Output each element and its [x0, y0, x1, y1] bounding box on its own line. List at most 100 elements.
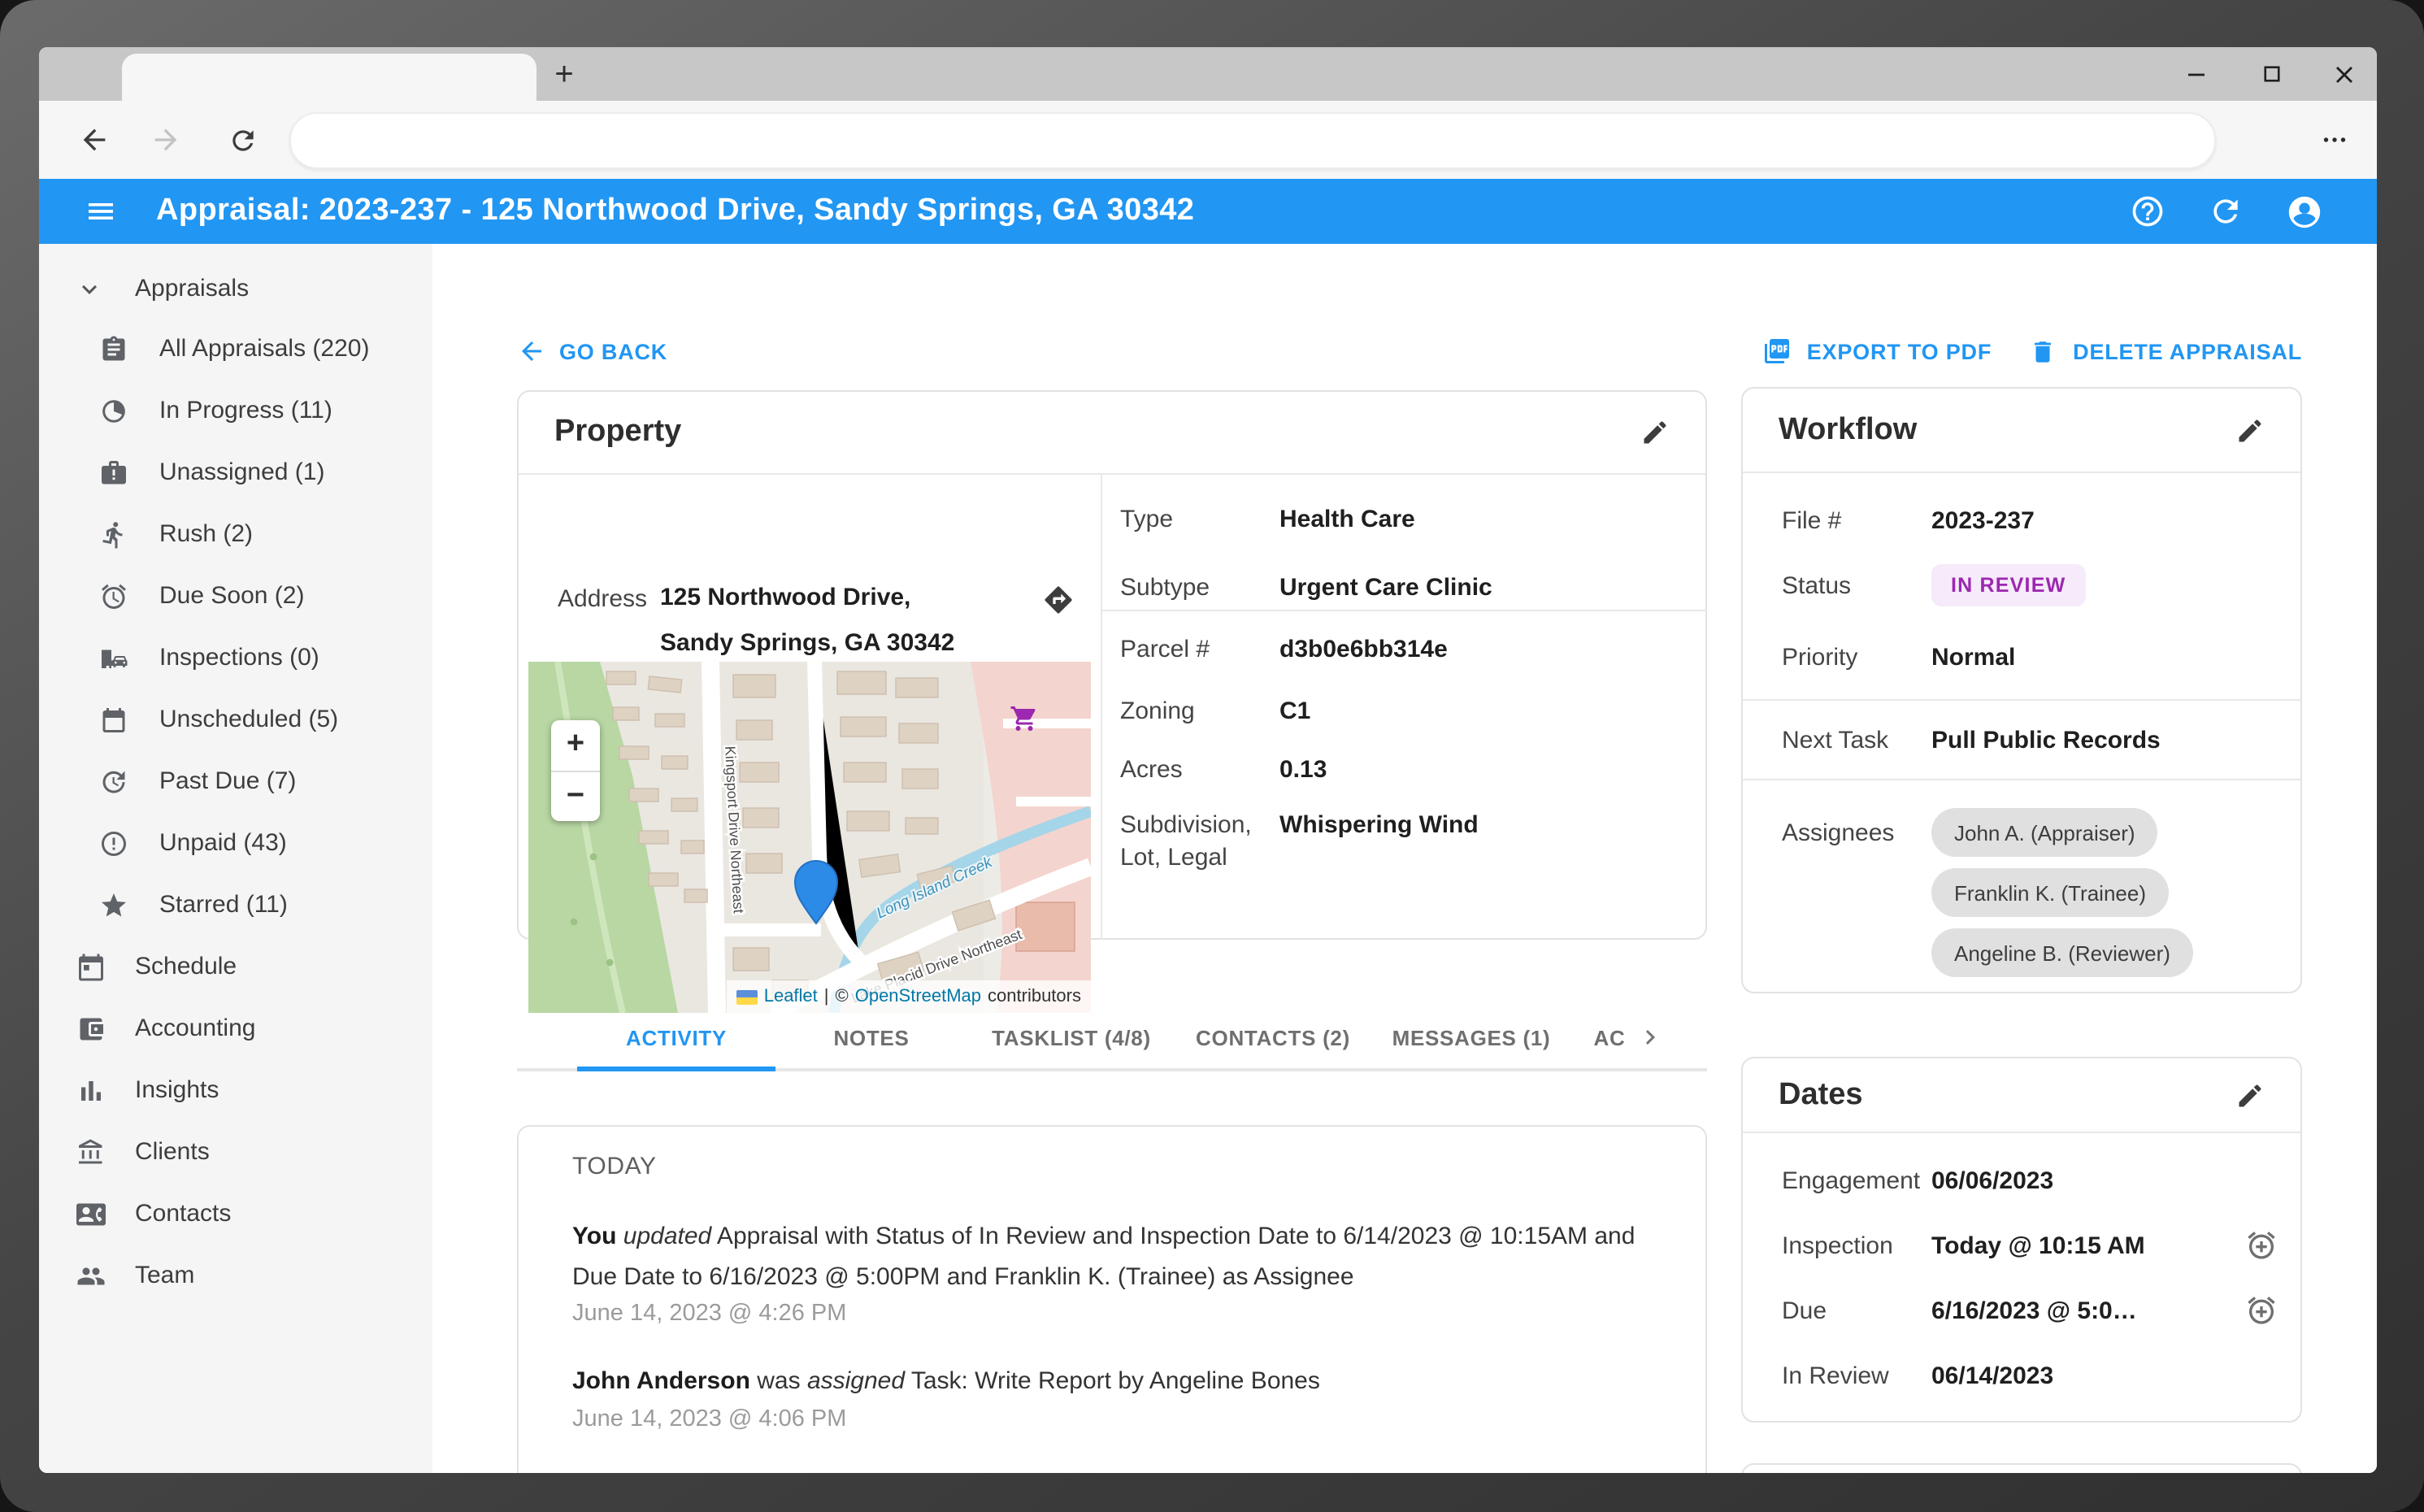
sidebar-section-appraisals[interactable]: Appraisals: [39, 263, 432, 315]
history-clock-icon: [99, 767, 128, 797]
sidebar-item-label: Inspections (0): [159, 628, 319, 689]
menu-button[interactable]: [85, 195, 120, 231]
sidebar-item-due-soon[interactable]: Due Soon (2): [39, 566, 432, 628]
workflow-card: Workflow File # 2023-237 Status IN REVIE…: [1741, 387, 2302, 993]
browser-tab[interactable]: [122, 54, 536, 101]
sidebar-item-unpaid[interactable]: Unpaid (43): [39, 813, 432, 875]
tab-contacts[interactable]: CONTACTS (2): [1196, 1008, 1350, 1068]
sidebar-item-schedule[interactable]: Schedule: [39, 936, 432, 998]
tab-notes[interactable]: NOTES: [833, 1008, 909, 1068]
edit-property-button[interactable]: [1640, 418, 1670, 447]
runner-icon: [99, 520, 128, 550]
sidebar-item-insights[interactable]: Insights: [39, 1060, 432, 1122]
type-label: Type: [1120, 506, 1173, 533]
account-button[interactable]: [2286, 193, 2322, 229]
sidebar-item-starred[interactable]: Starred (11): [39, 875, 432, 936]
help-button[interactable]: [2130, 193, 2166, 229]
sidebar-item-label: All Appraisals (220): [159, 319, 369, 380]
sidebar-item-accounting[interactable]: Accounting: [39, 998, 432, 1060]
next-task-label: Next Task: [1782, 727, 1888, 754]
export-pdf-button[interactable]: EXPORT TO PDF: [1763, 337, 1992, 366]
property-map[interactable]: Kingsport Drive Northeast Long Island Cr…: [528, 662, 1091, 1013]
zoom-out-button[interactable]: −: [551, 771, 600, 821]
zoning-value: C1: [1279, 697, 1310, 725]
directions-button[interactable]: [1042, 584, 1075, 616]
assignee-chip-list: John A. (Appraiser) Franklin K. (Trainee…: [1931, 808, 2193, 988]
priority-value: Normal: [1931, 644, 2015, 671]
contact-card-icon: [76, 1200, 106, 1229]
delete-appraisal-button[interactable]: DELETE APPRAISAL: [2029, 337, 2302, 365]
url-bar[interactable]: [289, 112, 2216, 169]
edit-dates-button[interactable]: [2235, 1080, 2265, 1110]
assignee-chip[interactable]: Angeline B. (Reviewer): [1931, 928, 2193, 977]
zoom-in-button[interactable]: +: [551, 720, 600, 771]
back-arrow-icon: [517, 337, 546, 366]
subtype-label: Subtype: [1120, 574, 1210, 602]
go-back-button[interactable]: GO BACK: [517, 332, 667, 371]
active-tab-indicator: [577, 1067, 775, 1071]
sidebar-item-contacts[interactable]: Contacts: [39, 1184, 432, 1245]
add-alarm-button[interactable]: [2245, 1294, 2278, 1327]
attribution-copyright: ©: [836, 987, 849, 1006]
sidebar-item-unassigned[interactable]: Unassigned (1): [39, 442, 432, 504]
property-card-title: Property: [554, 415, 681, 450]
minimize-icon: [2187, 64, 2206, 84]
bar-chart-icon: [76, 1076, 106, 1106]
browser-refresh-button[interactable]: [223, 120, 262, 159]
divider: [1102, 610, 1707, 611]
sidebar-item-clients[interactable]: Clients: [39, 1122, 432, 1184]
directions-icon: [1042, 584, 1075, 616]
reload-app-button[interactable]: [2208, 193, 2244, 229]
tab-tasklist[interactable]: TASKLIST (4/8): [992, 1008, 1151, 1068]
tabs-scroll-right-button[interactable]: [1636, 1023, 1665, 1052]
activity-verb: updated: [623, 1223, 711, 1250]
sidebar-item-label: Starred (11): [159, 875, 288, 936]
sidebar-item-in-progress[interactable]: In Progress (11): [39, 380, 432, 442]
acres-label: Acres: [1120, 756, 1183, 784]
sidebar-item-label: Insights: [135, 1060, 219, 1122]
sidebar-item-label: In Progress (11): [159, 380, 332, 442]
in-review-label: In Review: [1782, 1362, 1889, 1390]
close-button[interactable]: [2320, 50, 2369, 98]
tab-accounting-truncated[interactable]: AC: [1594, 1008, 1626, 1068]
minimize-button[interactable]: [2172, 50, 2221, 98]
divider: [1743, 699, 2300, 701]
sidebar-item-rush[interactable]: Rush (2): [39, 504, 432, 566]
chevron-down-icon: [75, 275, 104, 304]
tab-activity[interactable]: ACTIVITY: [626, 1008, 727, 1068]
add-alarm-button[interactable]: [2245, 1229, 2278, 1262]
assignee-chip[interactable]: John A. (Appraiser): [1931, 808, 2158, 857]
progress-pie-icon: [99, 397, 128, 426]
activity-text: Task: Write Report by Angeline Bones: [905, 1367, 1320, 1395]
activity-timestamp: June 14, 2023 @ 4:06 PM: [572, 1406, 846, 1432]
map-zoom-control: + −: [551, 720, 600, 821]
leaflet-link[interactable]: Leaflet: [764, 987, 818, 1006]
sidebar-item-team[interactable]: Team: [39, 1245, 432, 1307]
maximize-button[interactable]: [2247, 50, 2296, 98]
sidebar-item-unscheduled[interactable]: Unscheduled (5): [39, 689, 432, 751]
activity-verb: assigned: [807, 1367, 905, 1395]
osm-link[interactable]: OpenStreetMap: [855, 987, 981, 1006]
sidebar-item-past-due[interactable]: Past Due (7): [39, 751, 432, 813]
sidebar-item-label: Clients: [135, 1122, 210, 1184]
sidebar-item-all-appraisals[interactable]: All Appraisals (220): [39, 319, 432, 380]
sidebar-item-label: Contacts: [135, 1184, 231, 1245]
close-icon: [2335, 64, 2354, 84]
partial-card: [1741, 1463, 2302, 1473]
map-canvas[interactable]: Kingsport Drive Northeast Long Island Cr…: [528, 662, 1091, 1013]
browser-menu-button[interactable]: [2315, 120, 2354, 159]
activity-entry: You updated Appraisal with Status of In …: [572, 1218, 1652, 1297]
new-tab-button[interactable]: +: [541, 52, 587, 98]
browser-back-button[interactable]: [75, 120, 114, 159]
browser-forward-button[interactable]: [146, 120, 185, 159]
edit-workflow-button[interactable]: [2235, 415, 2265, 445]
assignees-label: Assignees: [1782, 819, 1894, 847]
refresh-icon: [227, 124, 258, 155]
inspection-label: Inspection: [1782, 1232, 1893, 1260]
subdivision-label-line2: Lot, Legal: [1120, 844, 1227, 871]
tab-messages[interactable]: MESSAGES (1): [1392, 1008, 1551, 1068]
assignee-chip[interactable]: Franklin K. (Trainee): [1931, 868, 2169, 917]
property-address-column: Address 125 Northwood Drive, Sandy Sprin…: [519, 473, 1102, 940]
sidebar-item-inspections[interactable]: Inspections (0): [39, 628, 432, 689]
pdf-icon: [1763, 337, 1792, 366]
